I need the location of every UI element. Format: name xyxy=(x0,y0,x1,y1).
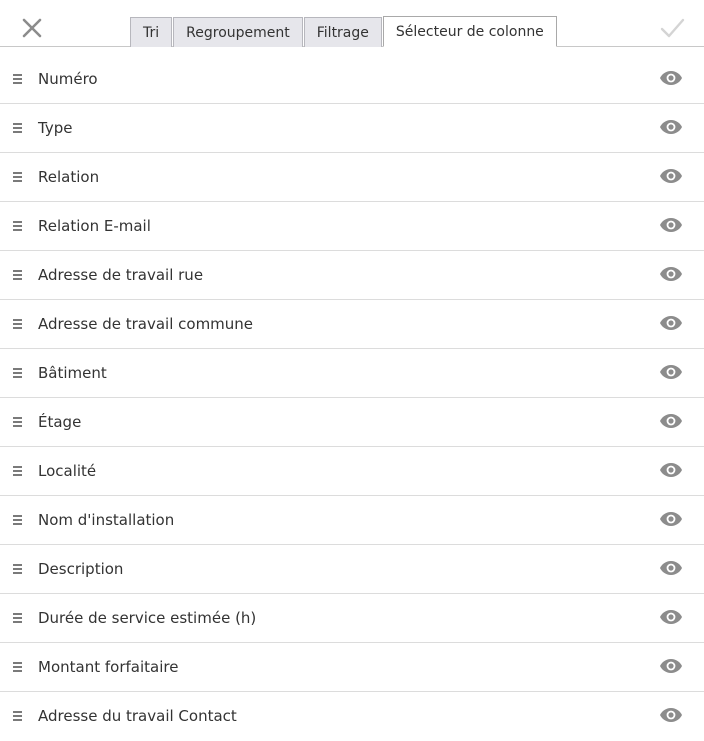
visibility-eye-icon[interactable] xyxy=(659,364,683,380)
column-label: Relation E-mail xyxy=(38,217,151,235)
column-selector-header: Tri Regroupement Filtrage Sélecteur de c… xyxy=(0,0,704,47)
tab-sort[interactable]: Tri xyxy=(130,17,173,47)
confirm-button[interactable] xyxy=(658,14,686,42)
tab-filtering[interactable]: Filtrage xyxy=(303,17,382,47)
visibility-eye-icon[interactable] xyxy=(659,511,683,527)
column-list: Numéro Type Relation Relation E-mail Adresse… xyxy=(0,55,704,741)
tab-column-selector[interactable]: Sélecteur de colonne xyxy=(382,16,557,47)
drag-handle-icon[interactable] xyxy=(13,270,22,280)
tab-grouping[interactable]: Regroupement xyxy=(173,17,303,47)
column-label: Type xyxy=(38,119,73,137)
column-label: Bâtiment xyxy=(38,364,107,382)
close-icon xyxy=(22,18,42,38)
column-row[interactable]: Numéro xyxy=(0,55,704,104)
visibility-eye-icon[interactable] xyxy=(659,560,683,576)
drag-handle-icon[interactable] xyxy=(13,613,22,623)
column-label: Nom d'installation xyxy=(38,511,175,529)
drag-handle-icon[interactable] xyxy=(13,123,22,133)
column-label: Durée de service estimée (h) xyxy=(38,609,257,627)
column-row[interactable]: Nom d'installation xyxy=(0,496,704,545)
column-label: Numéro xyxy=(38,70,98,88)
column-label: Adresse de travail commune xyxy=(38,315,254,333)
column-row[interactable]: Adresse de travail rue xyxy=(0,251,704,300)
column-label: Montant forfaitaire xyxy=(38,658,179,676)
column-row[interactable]: Étage xyxy=(0,398,704,447)
drag-handle-icon[interactable] xyxy=(13,466,22,476)
visibility-eye-icon[interactable] xyxy=(659,217,683,233)
tab-bar: Tri Regroupement Filtrage Sélecteur de c… xyxy=(130,16,557,47)
column-row[interactable]: Description xyxy=(0,545,704,594)
checkmark-icon xyxy=(660,18,685,38)
column-label: Localité xyxy=(38,462,97,480)
visibility-eye-icon[interactable] xyxy=(659,119,683,135)
column-label: Étage xyxy=(38,413,82,431)
column-row[interactable]: Adresse du travail Contact xyxy=(0,692,704,741)
column-label: Relation xyxy=(38,168,100,186)
column-row[interactable]: Montant forfaitaire xyxy=(0,643,704,692)
visibility-eye-icon[interactable] xyxy=(659,70,683,86)
drag-handle-icon[interactable] xyxy=(13,172,22,182)
column-row[interactable]: Durée de service estimée (h) xyxy=(0,594,704,643)
drag-handle-icon[interactable] xyxy=(13,711,22,721)
visibility-eye-icon[interactable] xyxy=(659,413,683,429)
visibility-eye-icon[interactable] xyxy=(659,462,683,478)
column-label: Adresse du travail Contact xyxy=(38,707,237,725)
drag-handle-icon[interactable] xyxy=(13,221,22,231)
visibility-eye-icon[interactable] xyxy=(659,658,683,674)
drag-handle-icon[interactable] xyxy=(13,368,22,378)
drag-handle-icon[interactable] xyxy=(13,515,22,525)
column-row[interactable]: Adresse de travail commune xyxy=(0,300,704,349)
column-row[interactable]: Bâtiment xyxy=(0,349,704,398)
column-row[interactable]: Type xyxy=(0,104,704,153)
column-row[interactable]: Localité xyxy=(0,447,704,496)
column-row[interactable]: Relation xyxy=(0,153,704,202)
visibility-eye-icon[interactable] xyxy=(659,609,683,625)
close-button[interactable] xyxy=(18,14,46,42)
visibility-eye-icon[interactable] xyxy=(659,707,683,723)
column-row[interactable]: Relation E-mail xyxy=(0,202,704,251)
column-label: Description xyxy=(38,560,124,578)
visibility-eye-icon[interactable] xyxy=(659,266,683,282)
drag-handle-icon[interactable] xyxy=(13,417,22,427)
column-label: Adresse de travail rue xyxy=(38,266,204,284)
drag-handle-icon[interactable] xyxy=(13,564,22,574)
drag-handle-icon[interactable] xyxy=(13,74,22,84)
drag-handle-icon[interactable] xyxy=(13,662,22,672)
drag-handle-icon[interactable] xyxy=(13,319,22,329)
visibility-eye-icon[interactable] xyxy=(659,168,683,184)
visibility-eye-icon[interactable] xyxy=(659,315,683,331)
